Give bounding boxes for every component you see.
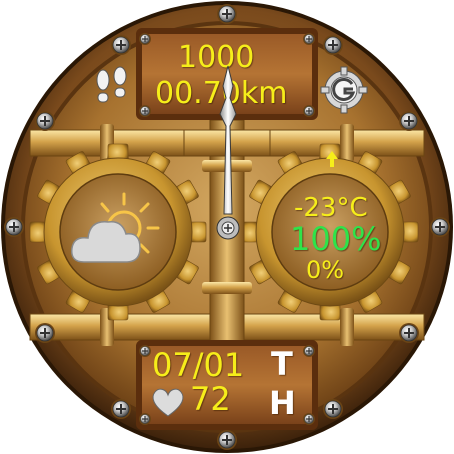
heart-icon [152, 388, 184, 417]
date-value: 07/01 [152, 346, 245, 384]
heart-rate-value: 72 [190, 380, 231, 418]
weekday-letter-1: T [271, 345, 293, 383]
precipitation-value: 0% [306, 256, 345, 284]
humidity-value: 100% [290, 220, 382, 258]
gear-g-icon[interactable] [320, 66, 368, 114]
partly-cloudy-icon [71, 192, 160, 263]
weekday-letter-2: H [269, 384, 296, 422]
temperature-value: -23°C [294, 193, 368, 223]
watch-hand [216, 65, 240, 240]
arrow-up-icon [326, 151, 338, 167]
footprints-icon [96, 66, 127, 103]
